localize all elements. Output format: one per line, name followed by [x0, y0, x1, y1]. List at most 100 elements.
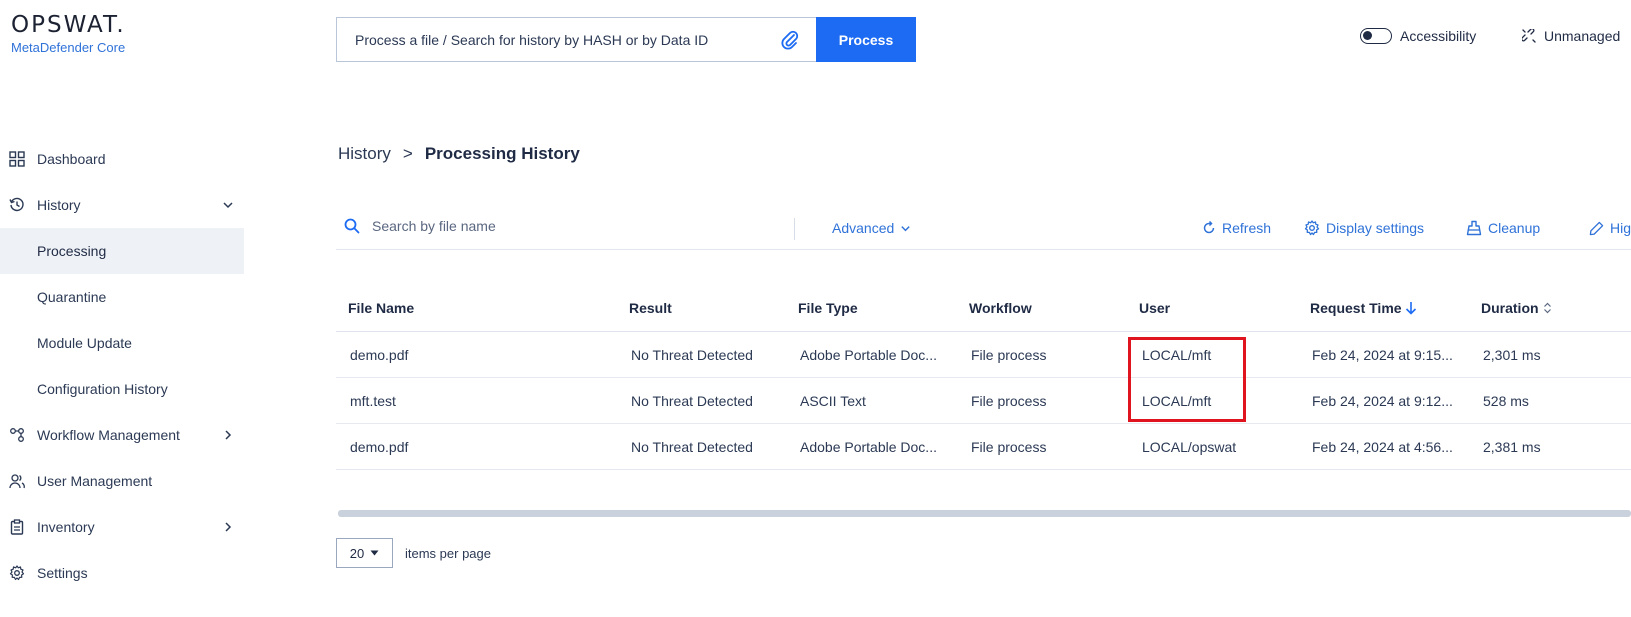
cell-workflow: File process — [971, 438, 1047, 455]
highlight-button[interactable]: Hig — [1589, 220, 1631, 236]
table-row[interactable]: mft.test No Threat Detected ASCII Text F… — [336, 378, 1631, 424]
user-highlight-annotation — [1128, 337, 1246, 422]
workflow-icon — [9, 427, 25, 443]
cell-workflow: File process — [971, 346, 1047, 363]
caret-down-icon — [370, 550, 379, 556]
sidebar-item-module-update[interactable]: Module Update — [0, 320, 244, 366]
cell-request-time: Feb 24, 2024 at 9:12... — [1312, 392, 1453, 409]
items-per-page-label: items per page — [405, 545, 491, 561]
process-button[interactable]: Process — [816, 17, 916, 62]
breadcrumb-separator: > — [402, 144, 413, 163]
paperclip-icon[interactable] — [780, 30, 800, 50]
cleanup-label: Cleanup — [1488, 220, 1541, 236]
gear-icon — [1304, 220, 1320, 236]
highlight-label: Hig — [1610, 220, 1631, 236]
table-toolbar: Search by file name Advanced Refresh Dis… — [336, 210, 1631, 250]
cell-result: No Threat Detected — [631, 438, 753, 455]
unlink-icon — [1522, 29, 1536, 43]
chevron-down-icon — [900, 223, 911, 234]
horizontal-scrollbar[interactable] — [338, 510, 1631, 517]
cell-file-name[interactable]: demo.pdf — [350, 347, 408, 363]
table-row[interactable]: demo.pdf No Threat Detected Adobe Portab… — [336, 424, 1631, 470]
sidebar-item-label: Workflow Management — [37, 427, 180, 443]
cell-duration: 528 ms — [1483, 392, 1529, 409]
column-header-result[interactable]: Result — [629, 300, 672, 316]
column-header-duration[interactable]: Duration — [1481, 300, 1552, 316]
sidebar-item-workflow-management[interactable]: Workflow Management — [0, 412, 244, 458]
sidebar: Dashboard History Processing Quarantine … — [0, 136, 244, 596]
sidebar-item-processing[interactable]: Processing — [0, 228, 244, 274]
sidebar-item-label: User Management — [37, 473, 153, 489]
toolbar-divider — [794, 218, 795, 240]
sort-icon — [1543, 302, 1552, 314]
cell-file-name[interactable]: demo.pdf — [350, 439, 408, 455]
sidebar-item-label: History — [37, 197, 81, 213]
refresh-label: Refresh — [1222, 220, 1272, 236]
cell-file-type: Adobe Portable Doc... — [800, 346, 937, 363]
display-settings-label: Display settings — [1326, 220, 1425, 236]
sidebar-item-label: Inventory — [37, 519, 95, 535]
chevron-down-icon[interactable] — [222, 199, 234, 211]
process-search-input[interactable]: Process a file / Search for history by H… — [336, 17, 816, 62]
chevron-right-icon[interactable] — [222, 429, 234, 441]
display-settings-button[interactable]: Display settings — [1304, 220, 1424, 236]
cell-file-name[interactable]: mft.test — [350, 393, 396, 409]
breadcrumb: History > Processing History — [338, 144, 580, 164]
sort-desc-icon — [1405, 301, 1417, 315]
pencil-icon — [1589, 221, 1604, 236]
column-header-workflow[interactable]: Workflow — [969, 300, 1032, 316]
search-placeholder: Search by file name — [372, 218, 496, 234]
unmanaged-link[interactable]: Unmanaged — [1522, 28, 1620, 44]
file-name-search-input[interactable]: Search by file name — [344, 218, 496, 234]
advanced-filter-button[interactable]: Advanced — [832, 220, 911, 236]
process-search-placeholder: Process a file / Search for history by H… — [355, 31, 709, 48]
request-time-label: Request Time — [1310, 300, 1402, 316]
toggle-switch-icon[interactable] — [1360, 28, 1392, 44]
pagination: 20 items per page — [336, 538, 491, 568]
cell-file-type: ASCII Text — [800, 392, 866, 409]
cell-request-time: Feb 24, 2024 at 9:15... — [1312, 346, 1453, 363]
table-row[interactable]: demo.pdf No Threat Detected Adobe Portab… — [336, 332, 1631, 378]
product-name: MetaDefender Core — [11, 40, 126, 55]
cell-request-time: Feb 24, 2024 at 4:56... — [1312, 438, 1453, 455]
sidebar-item-label: Dashboard — [37, 151, 106, 167]
clipboard-icon — [9, 519, 25, 535]
duration-label: Duration — [1481, 300, 1539, 316]
column-header-file-name[interactable]: File Name — [348, 300, 414, 316]
cell-user: LOCAL/opswat — [1142, 438, 1237, 455]
sidebar-item-history[interactable]: History — [0, 182, 244, 228]
cleanup-button[interactable]: Cleanup — [1466, 220, 1540, 236]
sidebar-item-inventory[interactable]: Inventory — [0, 504, 244, 550]
sidebar-item-dashboard[interactable]: Dashboard — [0, 136, 244, 182]
users-icon — [9, 473, 25, 489]
page-size-select[interactable]: 20 — [336, 538, 393, 568]
cell-workflow: File process — [971, 392, 1047, 409]
page-title: Processing History — [424, 144, 580, 163]
dashboard-icon — [9, 151, 25, 167]
cell-duration: 2,381 ms — [1483, 438, 1541, 455]
accessibility-label: Accessibility — [1400, 28, 1477, 44]
column-header-request-time[interactable]: Request Time — [1310, 300, 1417, 316]
sidebar-item-label: Settings — [37, 565, 88, 581]
column-header-user[interactable]: User — [1139, 300, 1170, 316]
cell-duration: 2,301 ms — [1483, 346, 1541, 363]
breadcrumb-history[interactable]: History — [338, 144, 391, 164]
cell-file-type: Adobe Portable Doc... — [800, 438, 937, 455]
page-size-value: 20 — [349, 545, 365, 561]
cell-result: No Threat Detected — [631, 392, 753, 409]
sidebar-item-user-management[interactable]: User Management — [0, 458, 244, 504]
column-header-file-type[interactable]: File Type — [798, 300, 858, 316]
refresh-icon — [1202, 221, 1216, 235]
logo: OPSWAT. MetaDefender Core — [11, 12, 126, 55]
accessibility-toggle[interactable]: Accessibility — [1360, 28, 1476, 44]
sidebar-item-settings[interactable]: Settings — [0, 550, 244, 596]
unmanaged-label: Unmanaged — [1544, 28, 1621, 44]
sidebar-item-configuration-history[interactable]: Configuration History — [0, 366, 244, 412]
gear-icon — [9, 565, 25, 581]
refresh-button[interactable]: Refresh — [1202, 220, 1271, 236]
table-header: File Name Result File Type Workflow User… — [336, 285, 1631, 332]
chevron-right-icon[interactable] — [222, 521, 234, 533]
processing-history-table: File Name Result File Type Workflow User… — [336, 285, 1631, 470]
sidebar-item-quarantine[interactable]: Quarantine — [0, 274, 244, 320]
cell-result: No Threat Detected — [631, 346, 753, 363]
